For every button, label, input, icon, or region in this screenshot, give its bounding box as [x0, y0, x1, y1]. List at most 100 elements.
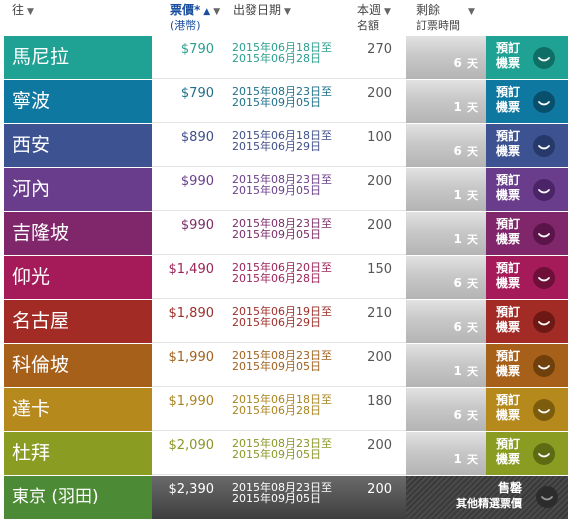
book-label-line2: 機票	[496, 100, 521, 114]
smile-arrow-icon	[533, 91, 555, 113]
destination-name[interactable]: 吉隆坡	[4, 212, 152, 255]
days-remaining: 6 天	[453, 319, 478, 335]
header-quota[interactable]: 本週 ▼ 名額	[357, 4, 391, 33]
destination-name[interactable]: 科倫坡	[4, 344, 152, 387]
book-ticket-button[interactable]: 預訂 機票	[486, 388, 568, 431]
fare-row: 達卡 $1,990 2015年06月18日至 2015年06月28日 180 6…	[4, 388, 568, 432]
book-label-line1: 預訂	[496, 173, 521, 187]
book-ticket-button[interactable]: 預訂 機票	[486, 344, 568, 387]
sort-arrow-icon: ▼	[27, 7, 34, 17]
days-remaining: 1 天	[453, 231, 478, 247]
header-price[interactable]: 票價* ▲ ▼ (港幣)	[170, 3, 220, 33]
destination-name[interactable]: 河內	[4, 168, 152, 211]
remaining-time: 6 天	[406, 388, 486, 431]
remaining-time: 1 天	[406, 80, 486, 123]
price-value: $790	[180, 86, 214, 101]
date-to: 2015年06月28日	[232, 52, 321, 65]
days-value: 1	[453, 364, 462, 378]
book-ticket-button[interactable]: 預訂 機票	[486, 432, 568, 475]
book-ticket-button[interactable]: 預訂 機票	[486, 300, 568, 343]
day-unit: 天	[467, 365, 478, 378]
other-fares-link[interactable]: 其他精選票價	[456, 496, 522, 512]
book-label: 預訂 機票	[496, 129, 520, 159]
weekly-quota: 210	[367, 306, 392, 321]
days-remaining: 6 天	[453, 55, 478, 71]
days-value: 6	[453, 144, 462, 158]
days-remaining: 6 天	[453, 407, 478, 423]
date-to: 2015年06月29日	[232, 140, 321, 153]
smile-arrow-icon	[533, 443, 555, 465]
weekly-quota: 180	[367, 394, 392, 409]
book-ticket-button[interactable]: 預訂 機票	[486, 36, 568, 79]
book-label-line1: 預訂	[496, 261, 521, 275]
header-destination[interactable]: 往 ▼	[12, 4, 34, 19]
header-price-label: 票價*	[170, 3, 201, 17]
header-departure[interactable]: 出發日期 ▼	[233, 4, 291, 19]
departure-dates: 2015年06月18日至 2015年06月28日	[232, 42, 332, 64]
header-remaining[interactable]: 剩餘 ▼ 訂票時間	[416, 3, 475, 33]
book-label-line1: 預訂	[496, 217, 521, 231]
date-to: 2015年09月05日	[232, 228, 321, 241]
day-unit: 天	[467, 189, 478, 202]
date-to: 2015年09月05日	[232, 448, 321, 461]
book-ticket-button[interactable]: 預訂 機票	[486, 80, 568, 123]
book-ticket-button[interactable]: 預訂 機票	[486, 168, 568, 211]
destination-name[interactable]: 寧波	[4, 80, 152, 123]
book-ticket-button[interactable]: 預訂 機票	[486, 124, 568, 167]
soldout-panel[interactable]: 售罄 其他精選票價	[406, 476, 568, 519]
book-label: 預訂 機票	[496, 85, 520, 115]
day-unit: 天	[467, 57, 478, 70]
weekly-quota: 200	[367, 438, 392, 453]
header-quota-label2: 名額	[357, 19, 379, 32]
weekly-quota: 200	[367, 174, 392, 189]
destination-name[interactable]: 馬尼拉	[4, 36, 152, 79]
days-remaining: 1 天	[453, 99, 478, 115]
day-unit: 天	[467, 277, 478, 290]
departure-dates: 2015年08月23日至 2015年09月05日	[232, 438, 332, 460]
days-value: 6	[453, 408, 462, 422]
destination-name[interactable]: 東京 (羽田)	[4, 476, 152, 519]
destination-name[interactable]: 西安	[4, 124, 152, 167]
smile-arrow-icon	[533, 267, 555, 289]
header-remaining-label: 剩餘	[416, 3, 441, 17]
smile-arrow-icon	[533, 355, 555, 377]
weekly-quota: 270	[367, 42, 392, 57]
book-label-line1: 預訂	[496, 129, 521, 143]
remaining-time: 1 天	[406, 344, 486, 387]
departure-dates: 2015年08月23日至 2015年09月05日	[232, 86, 332, 108]
days-remaining: 1 天	[453, 363, 478, 379]
sort-arrow-icon: ▼	[284, 7, 291, 17]
book-label-line2: 機票	[496, 144, 521, 158]
destination-name[interactable]: 達卡	[4, 388, 152, 431]
fare-row: 河內 $990 2015年08月23日至 2015年09月05日 200 1 天…	[4, 168, 568, 212]
smile-arrow-icon	[533, 47, 555, 69]
days-value: 6	[453, 56, 462, 70]
book-label-line1: 預訂	[496, 437, 521, 451]
destination-name[interactable]: 杜拜	[4, 432, 152, 475]
book-label: 預訂 機票	[496, 349, 520, 379]
destination-name[interactable]: 仰光	[4, 256, 152, 299]
day-unit: 天	[467, 321, 478, 334]
smile-arrow-icon	[533, 223, 555, 245]
book-label-line2: 機票	[496, 408, 521, 422]
smile-arrow-icon	[533, 399, 555, 421]
day-unit: 天	[467, 453, 478, 466]
remaining-time: 6 天	[406, 124, 486, 167]
days-remaining: 6 天	[453, 275, 478, 291]
remaining-time: 6 天	[406, 256, 486, 299]
soldout-label: 售罄 其他精選票價	[456, 480, 522, 512]
book-label: 預訂 機票	[496, 305, 520, 335]
departure-dates: 2015年06月18日至 2015年06月28日	[232, 394, 332, 416]
days-value: 6	[453, 320, 462, 334]
book-ticket-button[interactable]: 預訂 機票	[486, 256, 568, 299]
day-unit: 天	[467, 233, 478, 246]
book-label: 預訂 機票	[496, 393, 520, 423]
book-label: 預訂 機票	[496, 261, 520, 291]
book-ticket-button[interactable]: 預訂 機票	[486, 212, 568, 255]
sort-arrow-icon: ▼	[468, 7, 475, 17]
days-remaining: 1 天	[453, 451, 478, 467]
book-label-line2: 機票	[496, 188, 521, 202]
departure-dates: 2015年08月23日至 2015年09月05日	[232, 218, 332, 240]
destination-name[interactable]: 名古屋	[4, 300, 152, 343]
price-value: $1,890	[168, 306, 215, 321]
